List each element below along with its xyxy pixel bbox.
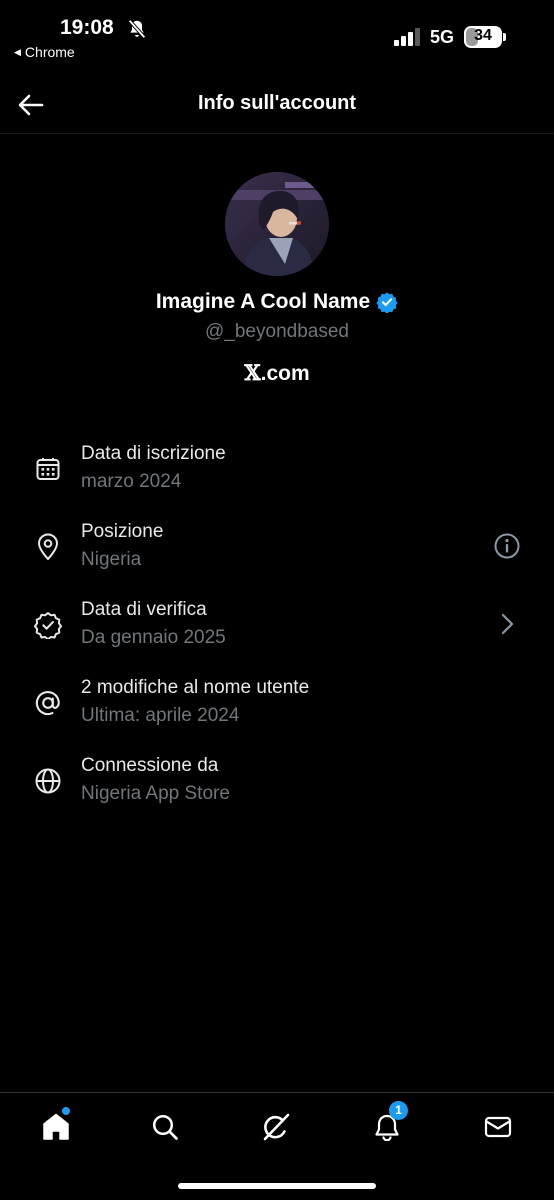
profile-site-suffix: .com (260, 362, 310, 385)
info-label: Data di iscrizione (81, 443, 226, 464)
top-app-bar: Info sull'account (0, 74, 554, 134)
verified-badge-outline-icon (32, 609, 64, 641)
info-row-join-date: Data di iscrizione marzo 2024 (0, 443, 554, 513)
info-value: Ultima: aprile 2024 (81, 705, 240, 726)
nav-search[interactable] (145, 1107, 185, 1147)
info-label: 2 modifiche al nome utente (81, 677, 310, 698)
network-type: 5G (430, 27, 455, 47)
at-sign-icon (32, 687, 64, 719)
status-bar: 19:08 ◀ Chrome 5G 34 (0, 0, 554, 70)
signal-icon (394, 28, 420, 46)
avatar-image (225, 172, 329, 276)
info-row-verification[interactable]: Data di verifica Da gennaio 2025 (0, 599, 554, 669)
calendar-icon (32, 453, 64, 485)
profile-name: Imagine A Cool Name (155, 290, 371, 313)
info-label: Connessione da (81, 755, 219, 776)
info-value: Nigeria (81, 549, 142, 570)
back-to-app-link[interactable]: ◀ Chrome (14, 44, 75, 60)
back-triangle-icon: ◀ (14, 46, 21, 57)
grok-icon (263, 1113, 290, 1141)
nav-messages[interactable] (478, 1107, 518, 1147)
profile-handle: @_beyondbased (205, 321, 349, 342)
info-label: Posizione (81, 521, 164, 542)
home-indicator[interactable] (178, 1183, 376, 1189)
x-logo: 𝕏 (244, 360, 261, 385)
notifications-badge: 1 (389, 1101, 408, 1120)
globe-icon (32, 765, 64, 797)
home-icon (43, 1113, 69, 1140)
battery-cap (503, 33, 506, 41)
battery-indicator: 34 (464, 26, 506, 48)
status-time: 19:08 (60, 16, 114, 39)
profile-name-row: Imagine A Cool Name (0, 290, 554, 314)
info-circle-icon[interactable] (490, 529, 524, 563)
location-pin-icon (32, 531, 64, 563)
info-row-username-changes: 2 modifiche al nome utente Ultima: april… (0, 677, 554, 747)
mail-icon (484, 1116, 512, 1138)
info-row-location: Posizione Nigeria (0, 521, 554, 591)
nav-notifications[interactable]: 1 (367, 1101, 408, 1147)
info-value: Nigeria App Store (81, 783, 230, 804)
battery-percent: 34 (474, 27, 492, 44)
account-info-screen: 19:08 ◀ Chrome 5G 34 Info sull'account I… (0, 0, 554, 1200)
page-title: Info sull'account (197, 92, 357, 114)
bell-off-icon (128, 19, 146, 39)
nav-home[interactable] (36, 1107, 76, 1147)
info-row-connected-via: Connessione da Nigeria App Store (0, 755, 554, 825)
verified-badge-icon[interactable] (376, 291, 398, 313)
profile-site: 𝕏.com (0, 360, 554, 386)
search-icon (152, 1114, 178, 1140)
avatar[interactable] (225, 172, 329, 276)
info-value: marzo 2024 (81, 471, 182, 492)
info-value: Da gennaio 2025 (81, 627, 226, 648)
nav-home-dot (62, 1107, 70, 1115)
back-app-label: Chrome (24, 44, 75, 60)
info-label: Data di verifica (81, 599, 207, 620)
nav-grok[interactable] (256, 1107, 296, 1147)
chevron-right-icon[interactable] (490, 607, 524, 641)
